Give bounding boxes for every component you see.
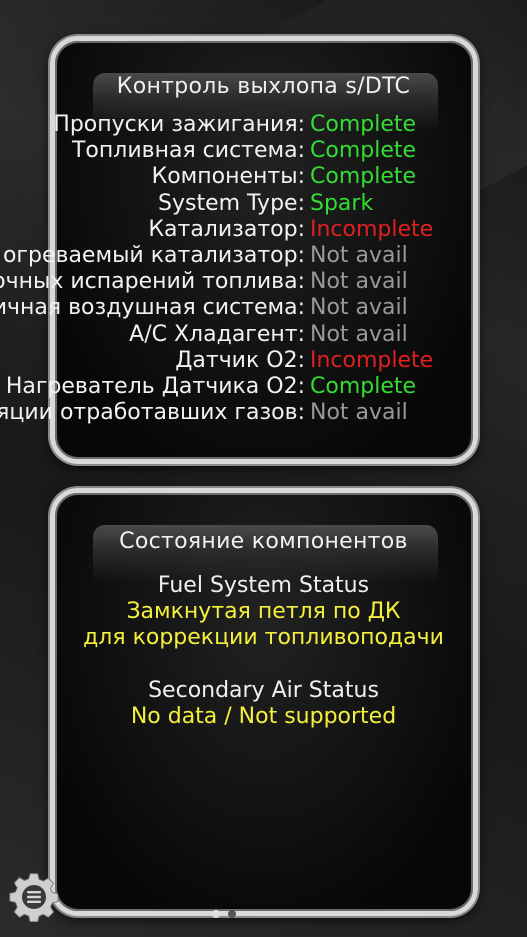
fuel-system-label: Fuel System Status: [157, 573, 370, 598]
monitor-status: Not avail: [310, 321, 408, 347]
monitor-row: Компоненты: Complete: [0, 164, 527, 190]
monitor-status: Incomplete: [310, 347, 434, 373]
monitor-label: яции отработавших газов:: [0, 400, 305, 426]
secondary-air-value: No data / Not supported: [130, 704, 397, 729]
monitor-label: Нагреватель Датчика O2:: [5, 374, 305, 399]
page-indicator[interactable]: [212, 910, 242, 920]
fuel-system-status: Fuel System Status Замкнутая петля по ДК…: [0, 573, 527, 651]
fuel-system-value-line2: для коррекции топливоподачи: [83, 625, 444, 650]
monitor-label: огреваемый катализатор:: [2, 243, 305, 268]
monitor-label: ичная воздушная система:: [0, 295, 305, 321]
monitor-row: очных испарений топлива: Not avail: [0, 269, 527, 295]
monitor-status: Not avail: [310, 269, 408, 295]
monitor-label: Катализатор:: [148, 216, 305, 242]
monitor-label: Датчик O2:: [175, 347, 305, 373]
monitor-status: Not avail: [310, 295, 408, 321]
secondary-air-status: Secondary Air Status No data / Not suppo…: [0, 678, 527, 730]
monitor-status: Not avail: [310, 400, 408, 426]
page-dot[interactable]: [228, 910, 236, 918]
monitor-label: A/C Хладагент:: [129, 321, 305, 347]
monitor-row: Пропуски зажигания: Complete: [0, 112, 527, 138]
fuel-system-value-line1: Замкнутая петля по ДК: [126, 599, 401, 624]
monitor-status: Not avail: [310, 243, 408, 268]
monitor-label: Топливная система:: [71, 138, 305, 164]
page-dot[interactable]: [212, 910, 220, 918]
monitor-row: Датчик O2: Incomplete: [0, 348, 527, 374]
monitor-status: Complete: [310, 138, 417, 164]
monitor-row: ичная воздушная система: Not avail: [0, 295, 527, 321]
monitor-status: Complete: [310, 374, 417, 399]
gear-menu-icon[interactable]: [9, 872, 59, 923]
app-screen: Контроль выхлопа s/DTC Пропуски зажигани…: [0, 0, 527, 937]
monitor-status: Complete: [310, 112, 417, 137]
monitor-status: Incomplete: [310, 216, 434, 242]
monitor-label: очных испарений топлива:: [0, 269, 305, 295]
secondary-air-label: Secondary Air Status: [148, 678, 379, 703]
monitor-label: System Type:: [158, 190, 305, 216]
monitor-row: Топливная система: Complete: [0, 138, 527, 164]
monitors-title: Контроль выхлопа s/DTC: [116, 74, 411, 99]
monitor-row: Катализатор: Incomplete: [0, 217, 527, 243]
components-title: Состояние компонентов: [119, 529, 408, 554]
monitor-row: A/C Хладагент: Not avail: [0, 322, 527, 348]
monitor-row: Нагреватель Датчика O2: Complete: [0, 374, 527, 400]
monitor-status: Complete: [310, 164, 417, 190]
monitor-row: яции отработавших газов: Not avail: [0, 400, 527, 426]
monitor-row: System Type: Spark: [0, 191, 527, 217]
monitor-status: Spark: [310, 190, 374, 216]
monitor-label: Компоненты:: [151, 164, 305, 190]
monitor-label: Пропуски зажигания:: [53, 112, 305, 137]
monitor-row: огреваемый катализатор: Not avail: [0, 243, 527, 269]
